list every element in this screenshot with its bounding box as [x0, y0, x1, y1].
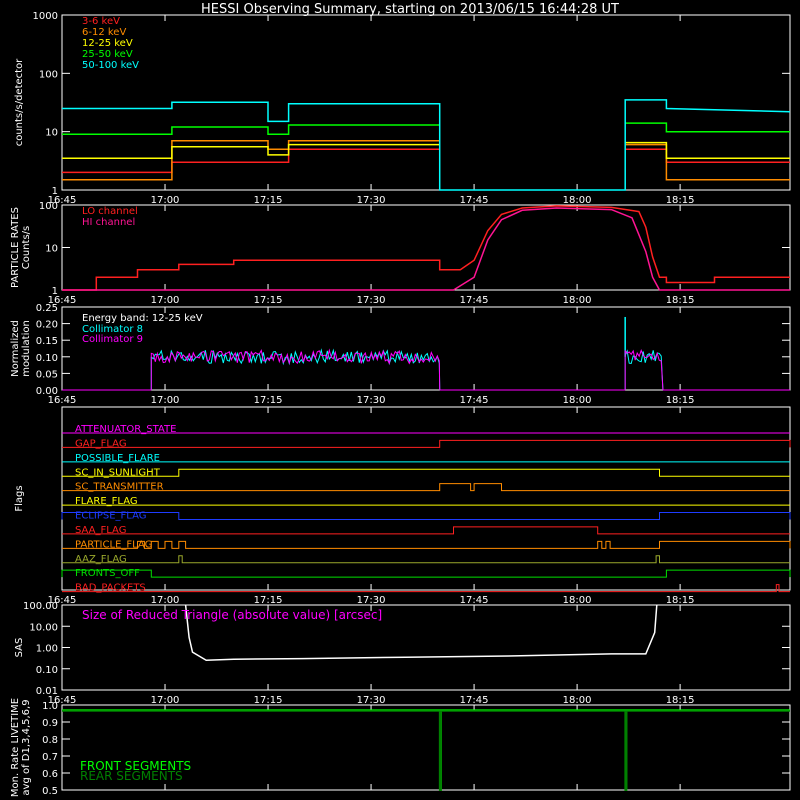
flag-line-8: [62, 540, 791, 549]
x-tick-label-particle_rates-5: 18:00: [563, 295, 592, 306]
legend-count_rates-1: 6-12 keV: [82, 27, 126, 38]
legend-particle_rates-1: HI channel: [82, 217, 135, 228]
panel-frame-particle_rates: [61, 204, 791, 291]
x-tick-label-particle_rates-6: 18:15: [666, 295, 695, 306]
x-tick-label-modulation-4: 17:45: [460, 395, 489, 406]
x-tick-label-sas-3: 17:30: [357, 695, 386, 706]
legend-particle_rates-0: LO channel: [82, 206, 138, 217]
y-axis-label-sas: SAS: [14, 638, 25, 658]
y-axis-label2-particle_rates: Counts/s: [21, 226, 32, 270]
flag-line-11: [62, 584, 790, 593]
x-tick-label-sas-4: 17:45: [460, 695, 489, 706]
x-tick-label-flags-4: 17:45: [460, 595, 489, 606]
x-tick-label-modulation-2: 17:15: [254, 395, 283, 406]
flag-line-6: [61, 512, 791, 520]
flag-line-3: [62, 468, 790, 477]
x-tick-label-count_rates-1: 17:00: [151, 195, 180, 206]
y-tick-label-count_rates-3: 1000: [33, 11, 58, 22]
x-tick-label-count_rates-2: 17:15: [254, 195, 283, 206]
y-tick-label-sas-1: 0.10: [36, 665, 58, 676]
series-line-particle_rates-1: [62, 207, 790, 291]
y-axis-label-modulation: Normalized: [10, 320, 21, 377]
x-tick-label-particle_rates-4: 17:45: [460, 295, 489, 306]
y-tick-label-sas-3: 10.00: [29, 622, 58, 633]
y-tick-label-modulation-5: 0.25: [36, 303, 58, 314]
y-tick-label-livetime-4: 0.9: [42, 718, 58, 729]
x-tick-label-modulation-5: 18:00: [563, 395, 592, 406]
x-tick-label-flags-2: 17:15: [254, 595, 283, 606]
x-tick-label-flags-3: 17:30: [357, 595, 386, 606]
x-tick-label-modulation-3: 17:30: [357, 395, 386, 406]
annotation-modulation: Energy band: 12-25 keV: [82, 313, 203, 324]
x-tick-label-sas-1: 17:00: [151, 695, 180, 706]
x-tick-label-particle_rates-1: 17:00: [151, 295, 180, 306]
y-tick-label-livetime-1: 0.6: [42, 769, 58, 780]
y-axis-label-flags: Flags: [14, 485, 25, 511]
legend-modulation-1: Collimator 9: [82, 334, 143, 345]
y-tick-label-sas-2: 1.00: [36, 644, 58, 655]
x-tick-label-particle_rates-3: 17:30: [357, 295, 386, 306]
flag-line-10: [61, 569, 791, 578]
y-tick-label-modulation-4: 0.20: [36, 320, 58, 331]
x-tick-label-count_rates-6: 18:15: [666, 195, 695, 206]
x-tick-label-sas-6: 18:15: [666, 695, 695, 706]
legend-livetime-1: REAR SEGMENTS: [80, 769, 183, 783]
annotation-sas: Size of Reduced Triangle (absolute value…: [82, 608, 382, 622]
x-tick-label-flags-1: 17:00: [151, 595, 180, 606]
legend-count_rates-2: 12-25 keV: [82, 38, 133, 49]
legend-count_rates-4: 50-100 keV: [82, 60, 139, 71]
y-axis-label2-livetime: avg of D1,3,4,5,6,9: [21, 699, 32, 795]
hessi-summary-figure: HESSI Observing Summary, starting on 201…: [0, 0, 800, 800]
y-tick-label-modulation-0: 0.00: [36, 386, 58, 397]
x-tick-label-sas-2: 17:15: [254, 695, 283, 706]
x-tick-label-count_rates-3: 17:30: [357, 195, 386, 206]
y-tick-label-livetime-5: 1.0: [42, 701, 58, 712]
y-tick-label-modulation-1: 0.05: [36, 369, 58, 380]
y-tick-label-modulation-3: 0.15: [36, 336, 58, 347]
y-axis-label-particle_rates: PARTICLE RATES: [10, 207, 21, 288]
series-line-count_rates-3: [62, 122, 790, 136]
legend-count_rates-3: 25-50 keV: [82, 49, 133, 60]
x-tick-label-modulation-6: 18:15: [666, 395, 695, 406]
legend-count_rates-0: 3-6 keV: [82, 16, 120, 27]
y-axis-label-count_rates: counts/s/detector: [14, 58, 25, 146]
x-tick-label-count_rates-4: 17:45: [460, 195, 489, 206]
flag-line-4: [62, 483, 790, 492]
y-tick-label-particle_rates-2: 100: [39, 201, 58, 212]
y-tick-label-livetime-0: 0.5: [42, 786, 58, 797]
flag-line-9: [62, 555, 790, 564]
x-tick-label-particle_rates-2: 17:15: [254, 295, 283, 306]
flag-line-1: [62, 439, 791, 448]
y-tick-label-modulation-2: 0.10: [36, 353, 58, 364]
x-tick-label-flags-6: 18:15: [666, 595, 695, 606]
y-tick-label-livetime-3: 0.8: [42, 735, 58, 746]
hessi-summary-svg: HESSI Observing Summary, starting on 201…: [10, 2, 791, 797]
y-tick-label-particle_rates-1: 10: [45, 244, 58, 255]
series-line-particle_rates-0: [62, 205, 790, 291]
y-tick-label-count_rates-1: 10: [45, 128, 58, 139]
x-tick-label-modulation-1: 17:00: [151, 395, 180, 406]
y-axis-label2-modulation: modulation: [21, 320, 32, 377]
x-tick-label-count_rates-5: 18:00: [563, 195, 592, 206]
series-line-modulation-1-1: [624, 348, 664, 391]
y-tick-label-sas-4: 100.00: [23, 601, 58, 612]
y-tick-label-count_rates-0: 1: [52, 186, 58, 197]
x-tick-label-flags-5: 18:00: [563, 595, 592, 606]
y-axis-label-livetime: Mon. Rate LIVETIME: [10, 698, 21, 797]
x-tick-label-sas-5: 18:00: [563, 695, 592, 706]
y-tick-label-particle_rates-0: 1: [52, 286, 58, 297]
y-tick-label-livetime-2: 0.7: [42, 752, 58, 763]
y-tick-label-count_rates-2: 100: [39, 69, 58, 80]
flag-line-7: [62, 526, 790, 535]
y-tick-label-sas-0: 0.01: [36, 686, 58, 697]
